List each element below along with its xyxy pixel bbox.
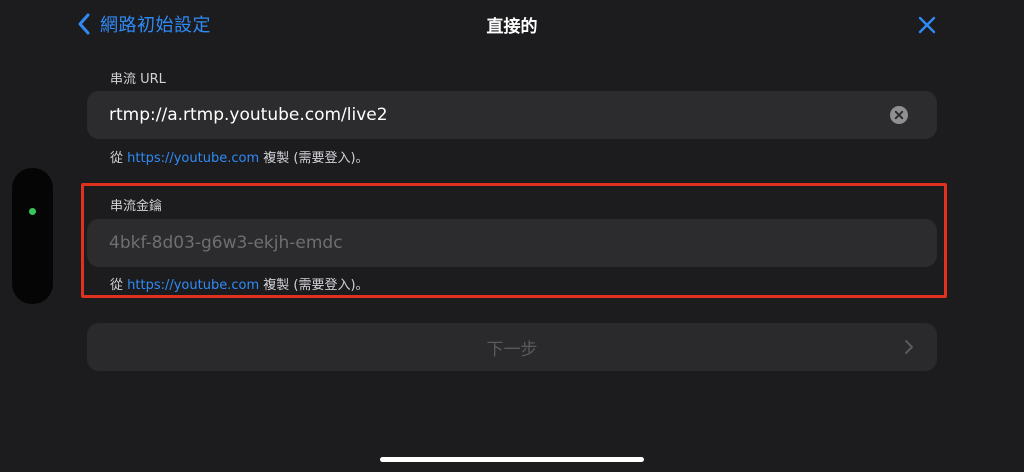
stream-key-field-container (87, 219, 937, 267)
next-button-label: 下一步 (486, 339, 538, 360)
hint-prefix: 從 (110, 151, 128, 166)
hint-suffix: 複製 (需要登入)。 (259, 278, 369, 293)
screen: 網路初始設定 直接的 串流 URL 從 https://youtube.com … (0, 0, 1024, 472)
clear-button[interactable] (889, 105, 909, 125)
stream-url-input[interactable] (109, 105, 869, 125)
hint-prefix: 從 (110, 278, 128, 293)
stream-url-field-container (87, 91, 937, 139)
back-button-label: 網路初始設定 (100, 15, 211, 36)
back-button[interactable]: 網路初始設定 (76, 10, 211, 38)
youtube-link[interactable]: https://youtube.com (127, 278, 259, 293)
chevron-right-icon (905, 340, 913, 354)
stream-key-input[interactable] (109, 233, 869, 253)
hint-suffix: 複製 (需要登入)。 (259, 151, 369, 166)
stream-key-hint: 從 https://youtube.com 複製 (需要登入)。 (110, 274, 369, 293)
chevron-left-icon (78, 13, 90, 35)
next-button[interactable]: 下一步 (87, 323, 937, 371)
close-icon (918, 16, 936, 34)
clear-circle-icon (890, 106, 908, 124)
youtube-link[interactable]: https://youtube.com (127, 151, 259, 166)
stream-key-label: 串流金鑰 (110, 199, 163, 214)
stream-url-hint: 從 https://youtube.com 複製 (需要登入)。 (110, 147, 369, 166)
status-dot (29, 208, 36, 215)
stream-url-label: 串流 URL (110, 72, 166, 87)
close-button[interactable] (914, 12, 940, 38)
side-handle (12, 168, 53, 304)
home-indicator[interactable] (380, 457, 644, 462)
